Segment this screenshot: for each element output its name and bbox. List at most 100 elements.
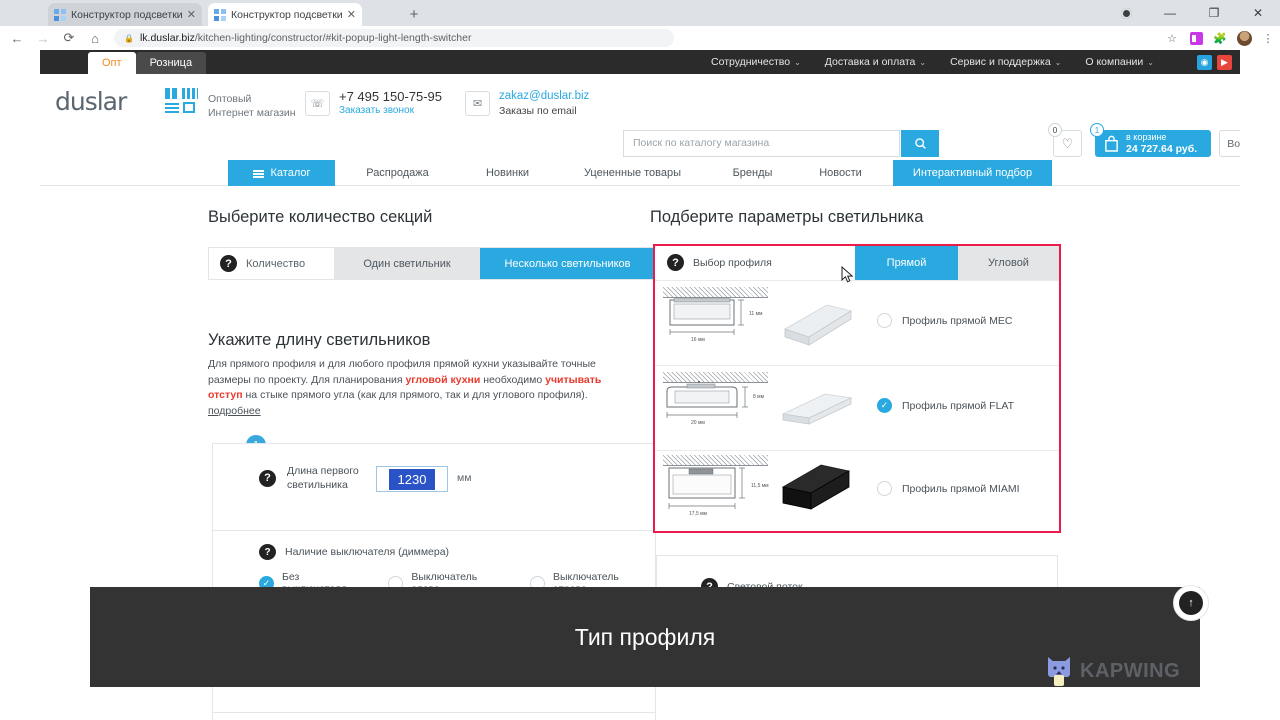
profile-name: Профиль прямой MEC	[902, 314, 1013, 327]
profile-width-dim: 17,5 мм	[689, 511, 707, 517]
quantity-help[interactable]: ? Количество	[209, 248, 334, 279]
phone-icon[interactable]: ☏	[305, 91, 330, 116]
option-several-fixtures[interactable]: Несколько светильников	[480, 248, 655, 279]
envelope-icon[interactable]: ✉	[465, 91, 490, 116]
puzzle-icon[interactable]: 🧩	[1212, 30, 1228, 46]
cart-label: в корзине	[1126, 132, 1167, 142]
forward-button[interactable]: →	[30, 26, 56, 50]
new-tab-button[interactable]: +	[404, 5, 424, 25]
top-menu-item-cooperation[interactable]: Сотрудничество ⌄	[699, 56, 813, 68]
profile-select-mec[interactable]: Профиль прямой MEC	[877, 313, 1013, 328]
cart-button[interactable]: в корзине 24 727.64 руб.	[1095, 130, 1211, 157]
back-button[interactable]: ←	[4, 26, 30, 50]
call-request-link[interactable]: Заказать звонок	[339, 104, 442, 118]
profile-cross-section-icon	[666, 381, 748, 418]
search-input[interactable]: Поиск по каталогу магазина	[623, 130, 900, 157]
email-block: ✉ zakaz@duslar.biz Заказы по email	[465, 89, 589, 118]
mouse-cursor-icon	[841, 266, 854, 283]
nav-item-interactive-picker[interactable]: Интерактивный подбор	[893, 160, 1052, 186]
catalog-icon	[252, 168, 264, 178]
kapwing-watermark: KAPWING	[1046, 655, 1180, 687]
search-box: Поиск по каталогу магазина	[623, 130, 939, 157]
tab-title: Конструктор подсветки для кух	[71, 8, 182, 21]
home-button[interactable]: ⌂	[82, 26, 108, 50]
top-menu-item-service[interactable]: Сервис и поддержка ⌄	[938, 56, 1073, 68]
tab-close-icon[interactable]: ✕	[347, 8, 356, 21]
login-button[interactable]: Войти	[1219, 130, 1240, 157]
logo-mark-icon	[165, 88, 198, 114]
section-1-length-input[interactable]: 1230	[376, 466, 448, 492]
profile-width-dim: 20 мм	[691, 420, 705, 426]
tab-close-icon[interactable]: ✕	[187, 8, 196, 21]
profile-picker-label-group: ? Выбор профиля	[667, 254, 772, 271]
help-icon[interactable]: ?	[220, 255, 237, 272]
record-indicator-icon[interactable]	[1104, 0, 1148, 26]
email-address[interactable]: zakaz@duslar.biz	[499, 89, 589, 104]
phone-number[interactable]: +7 495 150-75-95	[339, 89, 442, 104]
extension-badge-icon[interactable]	[1188, 30, 1204, 46]
profile-select-miami[interactable]: Профиль прямой MIAMI	[877, 481, 1020, 496]
nav-item-brands[interactable]: Бренды	[710, 160, 795, 186]
instagram-icon[interactable]: ◉	[1197, 55, 1212, 70]
window-controls: — ❐ ✕	[1104, 0, 1280, 26]
tab-straight-profile[interactable]: Прямой	[855, 246, 958, 280]
tab-roznica[interactable]: Розница	[135, 52, 207, 74]
top-menu-item-delivery[interactable]: Доставка и оплата ⌄	[813, 56, 938, 68]
top-menu-item-about[interactable]: О компании ⌄	[1073, 56, 1166, 68]
profile-drawing-mec: 11 мм 16 мм	[663, 287, 773, 359]
profile-width-dim: 16 мм	[691, 337, 705, 343]
youtube-icon[interactable]: ▶	[1217, 55, 1232, 70]
site-header: duslar Оптовый Интернет магазин ☏ +7 495…	[40, 74, 1240, 130]
more-link[interactable]: подробнее	[208, 405, 261, 417]
quantity-segmented-control: ? Количество Один светильник Несколько с…	[208, 247, 656, 280]
radio-profile-mec[interactable]	[877, 313, 892, 328]
url-path: /kitchen-lighting/constructor/#kit-popup…	[194, 32, 472, 44]
radio-profile-miami[interactable]	[877, 481, 892, 496]
kapwing-cat-icon	[1048, 657, 1070, 686]
address-bar[interactable]: 🔒 lk.duslar.biz/kitchen-lighting/constru…	[114, 29, 674, 47]
minimize-button[interactable]: —	[1148, 0, 1192, 26]
section-1-length-value: 1230	[389, 469, 435, 490]
browser-chrome: Конструктор подсветки для кух ✕ Конструк…	[0, 0, 1280, 50]
profile-height-dim: 8 мм	[753, 394, 765, 400]
help-icon[interactable]: ?	[259, 469, 276, 487]
omnibox-bar: ← → ⟳ ⌂ 🔒 lk.duslar.biz/kitchen-lighting…	[0, 26, 1280, 50]
nav-item-catalog[interactable]: Каталог	[228, 160, 335, 186]
browser-tab-2[interactable]: Конструктор подсветки для кух ✕	[208, 3, 362, 26]
chevron-down-icon: ⌄	[1054, 58, 1062, 67]
tab-strip: Конструктор подсветки для кух ✕ Конструк…	[0, 0, 1280, 26]
radio-profile-flat[interactable]	[877, 398, 892, 413]
nav-item-discounted[interactable]: Уцененные товары	[560, 160, 705, 186]
desc-line-3e: на стыке прямого	[242, 389, 331, 401]
profile-height-dim: 11,5 мм	[751, 483, 769, 489]
profile-drawing-flat: 8 мм 20 мм	[663, 372, 773, 444]
profile-row-miami[interactable]: 11,5 мм 17,5 мм Профиль прямой MIAMI	[655, 451, 1059, 531]
desc-corner-kitchen: угловой кухни	[405, 373, 481, 386]
reload-button[interactable]: ⟳	[56, 26, 82, 50]
desc-line-4a: угла (как для прямого, так и для угловог…	[333, 389, 588, 401]
profile-select-flat[interactable]: Профиль прямой FLAT	[877, 398, 1014, 413]
nav-item-news[interactable]: Новости	[798, 160, 883, 186]
nav-item-new[interactable]: Новинки	[460, 160, 555, 186]
avatar[interactable]	[1236, 30, 1252, 46]
scroll-to-top-button[interactable]: ↑	[1173, 585, 1209, 621]
browser-menu-icon[interactable]: ⋮	[1260, 30, 1276, 46]
site-logo[interactable]: duslar	[55, 87, 127, 116]
help-icon[interactable]: ?	[259, 544, 276, 560]
option-one-fixture[interactable]: Один светильник	[334, 248, 480, 279]
search-button[interactable]	[901, 130, 939, 157]
nav-item-sale[interactable]: Распродажа	[340, 160, 455, 186]
profile-row-mec[interactable]: 11 мм 16 мм Профиль прямой MEC	[655, 281, 1059, 366]
close-window-button[interactable]: ✕	[1236, 0, 1280, 26]
browser-tab-1[interactable]: Конструктор подсветки для кух ✕	[48, 3, 202, 26]
help-icon[interactable]: ?	[667, 254, 684, 271]
bookmark-star-icon[interactable]: ☆	[1164, 30, 1180, 46]
maximize-button[interactable]: ❐	[1192, 0, 1236, 26]
section-1-length-card: ? Длина первого светильника 1230 мм	[212, 443, 656, 531]
profile-row-flat[interactable]: 8 мм 20 мм Профиль прямой FLAT	[655, 366, 1059, 451]
tab-corner-profile[interactable]: Угловой	[958, 246, 1059, 280]
section-1-switch-header: ? Наличие выключателя (диммера)	[259, 544, 449, 560]
tab-favicon-icon	[54, 8, 66, 21]
screenshot-root: Конструктор подсветки для кух ✕ Конструк…	[0, 0, 1280, 720]
tab-opt[interactable]: Опт	[88, 52, 136, 74]
